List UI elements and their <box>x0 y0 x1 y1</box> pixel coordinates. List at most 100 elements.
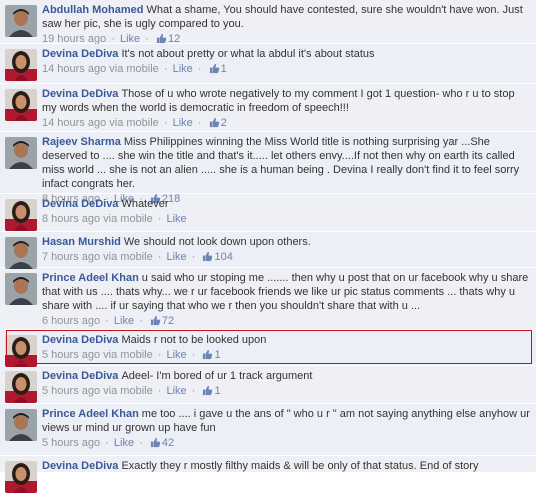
comment-timestamp[interactable]: 5 hours ago <box>42 385 100 397</box>
like-count[interactable]: 2 <box>221 117 227 129</box>
comment-timestamp[interactable]: 14 hours ago <box>42 63 106 75</box>
comment-body: Prince Adeel Khan u said who ur stoping m… <box>42 268 532 330</box>
comment-body: Devina DeDiva Adeel- I'm bored of ur 1 tr… <box>42 366 532 400</box>
comment-author-link[interactable]: Rajeev Sharma <box>42 136 121 148</box>
separator: · <box>154 349 165 361</box>
comment-author-link[interactable]: Prince Adeel Khan <box>42 408 139 420</box>
separator: · <box>154 213 165 225</box>
comment-item: Abdullah Mohamed What a shame, You should… <box>0 0 536 45</box>
comment-timestamp[interactable]: 14 hours ago <box>42 117 106 129</box>
comment-text: We should not look down upon others. <box>123 236 311 248</box>
thumbs-up-icon <box>202 349 213 364</box>
separator: · <box>136 315 146 327</box>
separator: · <box>188 385 199 397</box>
comment-item: Devina DeDiva Exactly they r mostly filth… <box>0 456 536 493</box>
comment-item: Prince Adeel Khan u said who ur stoping m… <box>0 268 536 330</box>
comment-meta: 5 hours ago via mobile · Like · 1 <box>42 384 532 400</box>
like-button[interactable]: Like <box>114 315 134 327</box>
like-count[interactable]: 72 <box>162 315 174 327</box>
separator: · <box>194 117 205 129</box>
comment-item: Devina DeDiva Adeel- I'm bored of ur 1 tr… <box>0 366 536 404</box>
comment-item: Devina DeDiva It's not about pretty or wh… <box>0 44 536 84</box>
separator: · <box>102 315 112 327</box>
like-button[interactable]: Like <box>166 385 186 397</box>
comment-timestamp[interactable]: 5 hours ago <box>42 349 100 361</box>
comment-timestamp[interactable]: 7 hours ago <box>42 251 100 263</box>
comment-item: Devina DeDiva Maids r not to be looked up… <box>0 330 536 367</box>
separator: · <box>160 117 171 129</box>
comment-author-link[interactable]: Hasan Murshid <box>42 236 121 248</box>
via-mobile-label: via mobile <box>103 251 153 263</box>
thumbs-up-icon <box>202 251 213 266</box>
separator: · <box>188 349 199 361</box>
like-count[interactable]: 42 <box>162 437 174 449</box>
via-mobile-label: via mobile <box>103 349 153 361</box>
man-avatar[interactable] <box>5 409 37 441</box>
comment-body: Devina DeDiva Whatever 8 hours ago via mob… <box>42 194 532 226</box>
woman-avatar[interactable] <box>5 89 37 121</box>
like-button[interactable]: Like <box>173 63 193 75</box>
like-count[interactable]: 104 <box>214 251 232 263</box>
via-mobile-label: via mobile <box>109 63 159 75</box>
comment-text: Exactly they r mostly filthy maids & wil… <box>121 460 479 472</box>
comment-timestamp[interactable]: 8 hours ago <box>42 213 100 225</box>
comment-author-link[interactable]: Devina DeDiva <box>42 198 118 210</box>
woman-avatar[interactable] <box>5 371 37 403</box>
comment-author-link[interactable]: Devina DeDiva <box>42 88 118 100</box>
thumbs-up-icon <box>209 117 220 132</box>
thumbs-up-icon <box>209 63 220 78</box>
comment-author-link[interactable]: Abdullah Mohamed <box>42 4 143 16</box>
separator: · <box>102 437 112 449</box>
woman-avatar[interactable] <box>5 199 37 231</box>
comment-item: Prince Adeel Khan me too .... i gave u th… <box>0 404 536 456</box>
man-avatar[interactable] <box>5 237 37 269</box>
woman-avatar[interactable] <box>5 49 37 81</box>
comment-item: Devina DeDiva Whatever 8 hours ago via mob… <box>0 194 536 232</box>
woman-avatar[interactable] <box>5 335 37 367</box>
comment-author-link[interactable]: Devina DeDiva <box>42 460 118 472</box>
comment-feed: Abdullah Mohamed What a shame, You should… <box>0 0 536 493</box>
like-button[interactable]: Like <box>173 117 193 129</box>
comment-text: Maids r not to be looked upon <box>121 334 267 346</box>
comment-meta: 6 hours ago · Like · 72 <box>42 314 532 330</box>
like-button[interactable]: Like <box>166 251 186 263</box>
separator: · <box>188 251 199 263</box>
man-avatar[interactable] <box>5 5 37 37</box>
comment-item: Devina DeDiva Those of u who wrote negati… <box>0 84 536 132</box>
comment-body: Hasan Murshid We should not look down upo… <box>42 232 532 266</box>
separator: · <box>154 251 165 263</box>
separator: · <box>194 63 205 75</box>
comment-item: Hasan Murshid We should not look down upo… <box>0 232 536 269</box>
comment-body: Prince Adeel Khan me too .... i gave u th… <box>42 404 532 452</box>
via-mobile-label: via mobile <box>103 385 153 397</box>
separator: · <box>160 63 171 75</box>
like-button[interactable]: Like <box>166 349 186 361</box>
man-avatar[interactable] <box>5 137 37 169</box>
comment-body: Devina DeDiva Exactly they r mostly filth… <box>42 456 532 473</box>
comment-meta: 7 hours ago via mobile · Like · 104 <box>42 250 532 266</box>
separator: · <box>136 437 146 449</box>
comment-timestamp[interactable]: 6 hours ago <box>42 315 100 327</box>
like-button[interactable]: Like <box>166 213 186 225</box>
like-count[interactable]: 1 <box>214 385 220 397</box>
via-mobile-label: via mobile <box>109 117 159 129</box>
woman-avatar[interactable] <box>5 461 37 493</box>
comment-body: Devina DeDiva Those of u who wrote negati… <box>42 84 532 132</box>
like-count[interactable]: 1 <box>221 63 227 75</box>
comment-body: Devina DeDiva It's not about pretty or wh… <box>42 44 532 78</box>
comment-author-link[interactable]: Prince Adeel Khan <box>42 272 139 284</box>
like-count[interactable]: 1 <box>214 349 220 361</box>
comment-meta: 14 hours ago via mobile · Like · 1 <box>42 62 532 78</box>
comment-item: Rajeev Sharma Miss Philippines winning th… <box>0 132 536 205</box>
man-avatar[interactable] <box>5 273 37 305</box>
comment-author-link[interactable]: Devina DeDiva <box>42 334 118 346</box>
thumbs-up-icon <box>202 385 213 400</box>
comment-timestamp[interactable]: 5 hours ago <box>42 437 100 449</box>
separator: · <box>154 385 165 397</box>
comment-author-link[interactable]: Devina DeDiva <box>42 48 118 60</box>
comment-meta: 5 hours ago · Like · 42 <box>42 436 532 452</box>
comment-text: Whatever <box>121 198 169 210</box>
comment-text: Adeel- I'm bored of ur 1 track argument <box>121 370 313 382</box>
like-button[interactable]: Like <box>114 437 134 449</box>
comment-author-link[interactable]: Devina DeDiva <box>42 370 118 382</box>
